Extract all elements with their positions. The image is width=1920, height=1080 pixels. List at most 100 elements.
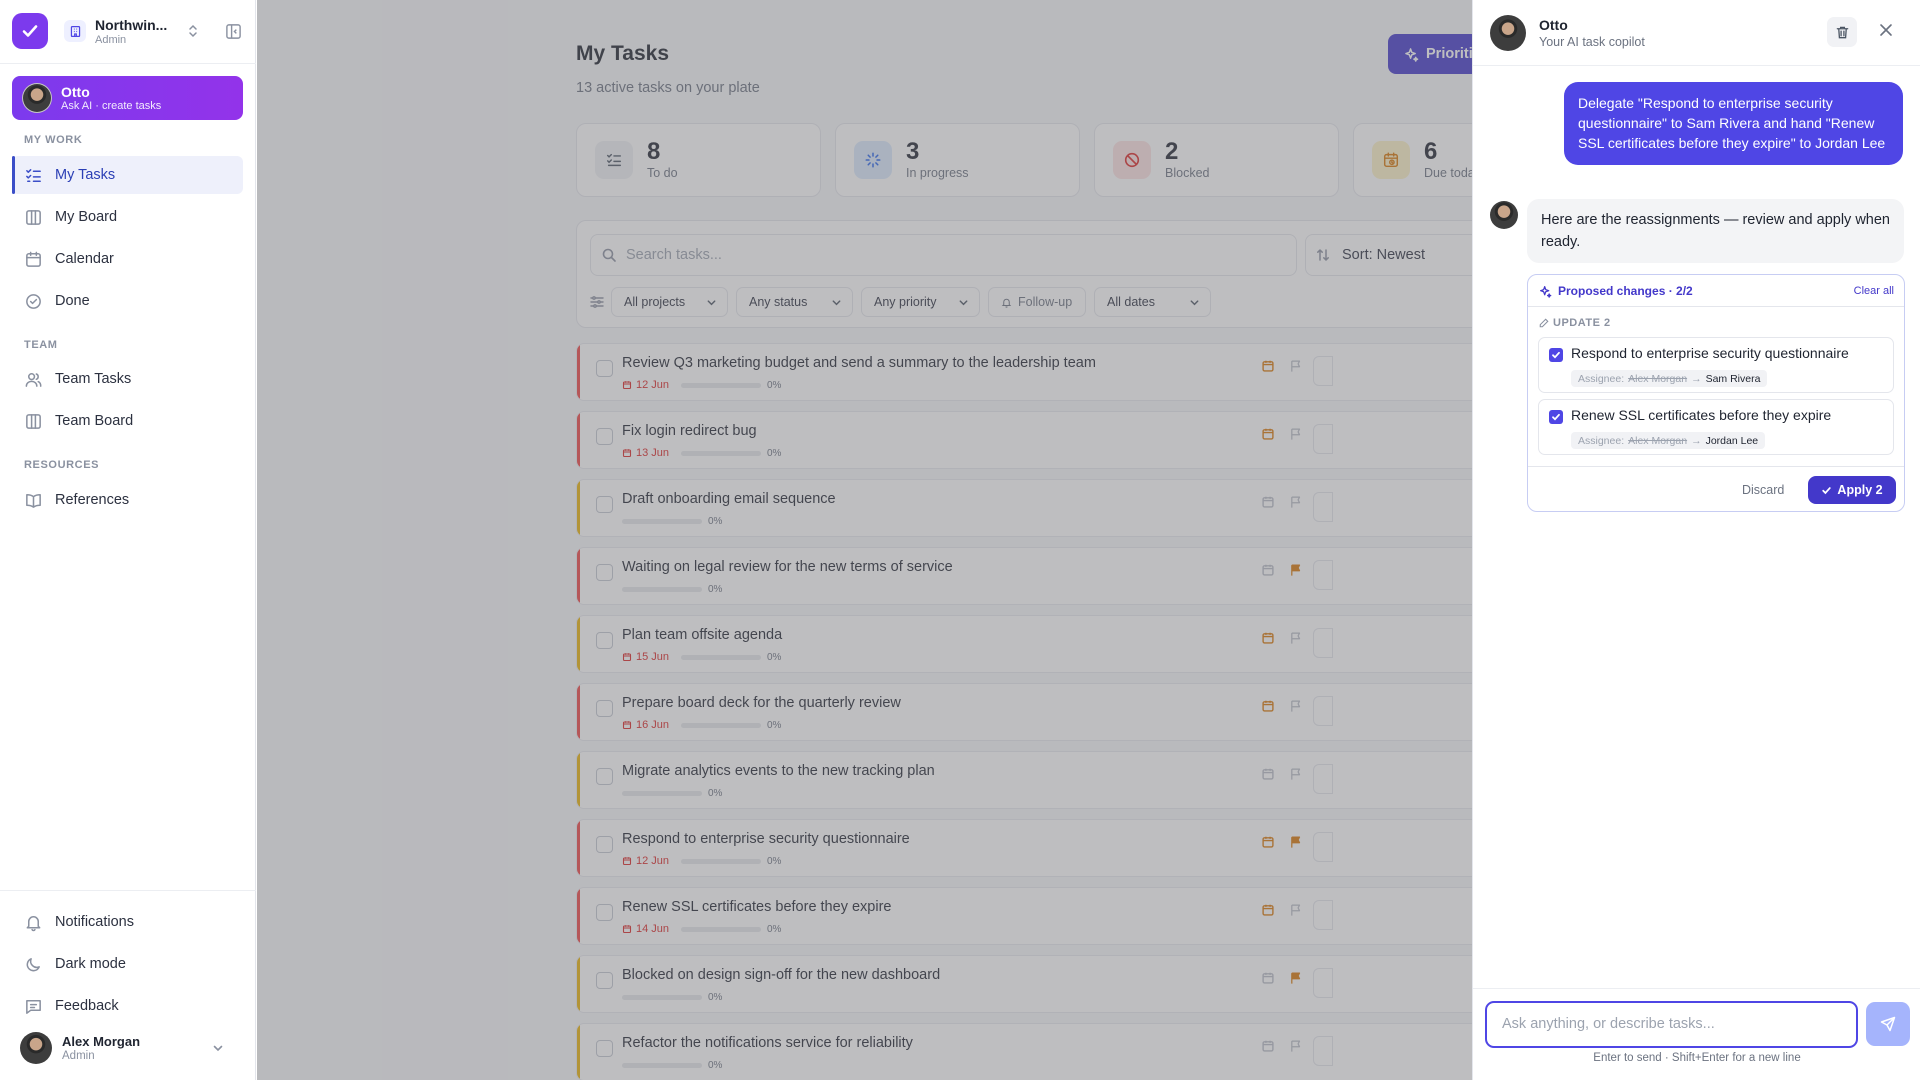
check-icon [1552, 351, 1560, 359]
proposed-change-item: Renew SSL certificates before they expir… [1538, 399, 1894, 455]
change-old-value: Alex Morgan [1628, 372, 1688, 385]
otto-assistant-button[interactable]: Otto Ask AI · create tasks [12, 76, 243, 120]
nav-label: Done [55, 293, 90, 309]
nav-notifications[interactable]: Notifications [12, 903, 243, 941]
apply-label: Apply 2 [1837, 483, 1883, 497]
chat-input[interactable]: Ask anything, or describe tasks... [1485, 1001, 1858, 1048]
input-hint: Enter to send · Shift+Enter for a new li… [1593, 1052, 1801, 1064]
otto-chat-panel: Otto Your AI task copilot Delegate "Resp… [1472, 0, 1920, 1080]
nav-label: My Board [55, 209, 118, 225]
user-name: Alex Morgan [62, 1033, 141, 1049]
change-checkbox[interactable] [1549, 410, 1563, 424]
change-old-value: Alex Morgan [1628, 434, 1688, 447]
book-open-icon [26, 493, 41, 508]
clear-chat-button[interactable] [1827, 17, 1857, 47]
proposed-changes-card: Proposed changes · 2/2 Clear all UPDATE … [1527, 274, 1905, 512]
moon-icon [26, 957, 40, 971]
discard-button[interactable]: Discard [1742, 483, 1784, 497]
section-team: TEAM [24, 339, 58, 351]
nav-label: Team Board [55, 413, 134, 429]
clear-all-button[interactable]: Clear all [1854, 285, 1894, 297]
modal-backdrop[interactable] [257, 0, 1472, 1080]
nav-calendar[interactable]: Calendar [12, 240, 243, 278]
user-message: Delegate "Respond to enterprise security… [1564, 82, 1903, 165]
trash-icon [1836, 26, 1848, 38]
sparkles-icon [1540, 285, 1552, 298]
change-new-value: Jordan Lee [1705, 434, 1759, 447]
divider [1528, 306, 1904, 307]
close-icon[interactable] [1879, 23, 1893, 37]
building-icon [64, 20, 86, 42]
chevron-down-icon [213, 1045, 223, 1052]
check-icon [1552, 413, 1560, 421]
update-label: UPDATE 2 [1553, 317, 1611, 329]
send-button[interactable] [1866, 1002, 1910, 1046]
change-checkbox[interactable] [1549, 348, 1563, 362]
sidebar: Northwin... Admin Otto Ask AI · create t… [0, 0, 256, 1080]
calendar-icon [26, 251, 41, 267]
otto-avatar [1490, 201, 1518, 229]
nav-team-tasks[interactable]: Team Tasks [12, 360, 243, 398]
dark-mode-toggle[interactable]: Dark mode [12, 945, 243, 983]
change-task-title: Respond to enterprise security questionn… [1571, 345, 1849, 361]
user-menu[interactable]: Alex Morgan Admin [20, 1031, 244, 1065]
nav-my-board[interactable]: My Board [12, 198, 243, 236]
change-detail: Assignee: Alex Morgan → Sam Rivera [1571, 370, 1768, 387]
nav-references[interactable]: References [12, 481, 243, 519]
app-logo [12, 13, 48, 49]
nav-label: Feedback [55, 998, 119, 1014]
change-detail: Assignee: Alex Morgan → Jordan Lee [1571, 432, 1766, 449]
main-content: My Tasks 13 active tasks on your plate P… [257, 0, 1472, 1080]
divider [0, 890, 256, 891]
user-avatar [20, 1032, 52, 1064]
chat-header: Otto Your AI task copilot [1473, 0, 1920, 66]
workspace-switcher[interactable]: Northwin... Admin [12, 13, 244, 49]
change-field: Assignee: [1578, 434, 1625, 447]
change-field: Assignee: [1578, 372, 1625, 385]
divider [1528, 466, 1904, 467]
divider [1473, 988, 1920, 989]
nav-label: Team Tasks [55, 371, 132, 387]
change-task-title: Renew SSL certificates before they expir… [1571, 407, 1832, 423]
nav-label: Calendar [55, 251, 114, 267]
board-icon [26, 413, 41, 429]
send-icon [1880, 1016, 1896, 1032]
check-circle-icon [26, 293, 41, 309]
chat-input-placeholder: Ask anything, or describe tasks... [1502, 1016, 1715, 1032]
message-square-icon [26, 999, 41, 1014]
bell-icon [26, 915, 41, 931]
proposed-change-item: Respond to enterprise security questionn… [1538, 337, 1894, 393]
chat-title: Otto [1539, 17, 1568, 33]
user-role: Admin [62, 1049, 95, 1062]
arrow-right-icon: → [1691, 434, 1702, 447]
board-icon [26, 209, 41, 225]
otto-avatar [1490, 15, 1526, 51]
nav-done[interactable]: Done [12, 282, 243, 320]
otto-name: Otto [61, 83, 90, 100]
proposal-header: Proposed changes · 2/2 [1539, 284, 1693, 298]
otto-avatar [22, 83, 52, 113]
workspace-role: Admin [95, 33, 127, 46]
list-check-icon [26, 168, 41, 182]
chevron-up-down-icon [189, 24, 197, 38]
proposal-title: Proposed changes · 2/2 [1558, 284, 1693, 298]
check-icon [1822, 486, 1832, 494]
apply-changes-button[interactable]: Apply 2 [1808, 476, 1896, 504]
nav-label: Dark mode [55, 956, 126, 972]
section-resources: RESOURCES [24, 459, 100, 471]
assistant-message: Here are the reassignments — review and … [1527, 199, 1904, 263]
nav-feedback[interactable]: Feedback [12, 987, 243, 1025]
users-icon [25, 372, 42, 387]
arrow-right-icon: → [1691, 372, 1702, 385]
collapse-sidebar-icon[interactable] [225, 23, 242, 40]
nav-my-tasks[interactable]: My Tasks [12, 156, 243, 194]
change-new-value: Sam Rivera [1705, 372, 1761, 385]
section-my-work: MY WORK [24, 134, 83, 146]
update-section-label: UPDATE 2 [1539, 317, 1611, 329]
nav-label: My Tasks [55, 167, 116, 183]
nav-team-board[interactable]: Team Board [12, 402, 243, 440]
nav-label: Notifications [55, 914, 134, 930]
pencil-icon [1539, 318, 1549, 328]
nav-label: References [55, 492, 130, 508]
chat-subtitle: Your AI task copilot [1539, 35, 1645, 49]
